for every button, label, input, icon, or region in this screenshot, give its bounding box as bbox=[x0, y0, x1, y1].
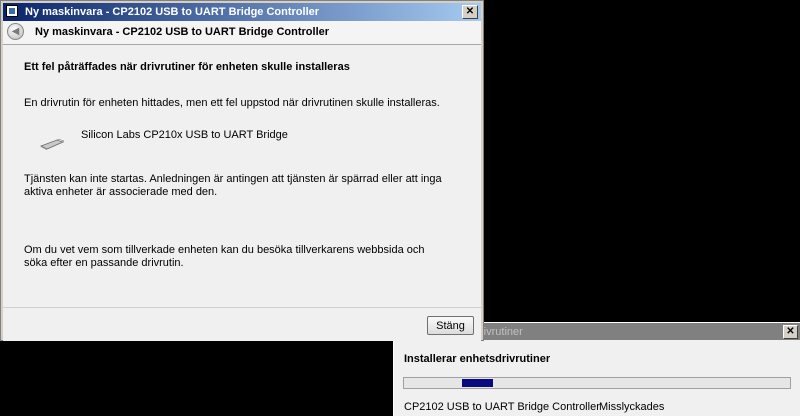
window-title: Ny maskinvara - CP2102 USB to UART Bridg… bbox=[25, 6, 320, 18]
back-arrow-icon[interactable]: ◀ bbox=[7, 23, 24, 40]
window-titlebar: Ny maskinvara - CP2102 USB to UART Bridg… bbox=[3, 3, 481, 21]
usb-device-icon bbox=[40, 138, 65, 150]
window-app-icon bbox=[6, 5, 18, 17]
error-intro-text: En drivrutin för enheten hittades, men e… bbox=[24, 97, 440, 109]
install-progress-fill bbox=[461, 379, 493, 387]
install-progress-bar bbox=[403, 377, 791, 389]
wizard-header-title: Ny maskinvara - CP2102 USB to UART Bridg… bbox=[35, 26, 330, 38]
installer-device-name: CP2102 USB to UART Bridge Controller bbox=[404, 401, 600, 413]
wizard-footer: Stäng bbox=[3, 307, 481, 341]
error-reason-text: Tjänsten kan inte startas. Anledningen ä… bbox=[24, 173, 442, 198]
advice-text: Om du vet vem som tillverkade enheten ka… bbox=[24, 244, 425, 269]
installer-device-status: Misslyckades bbox=[599, 401, 665, 413]
new-hardware-window: Ny maskinvara - CP2102 USB to UART Bridg… bbox=[0, 0, 484, 341]
error-heading: Ett fel påträffades när drivrutiner för … bbox=[24, 61, 350, 73]
device-label: Silicon Labs CP210x USB to UART Bridge bbox=[81, 129, 288, 141]
installer-close-button[interactable]: ✕ bbox=[783, 325, 798, 339]
window-close-button[interactable]: ✕ bbox=[462, 5, 478, 19]
wizard-content: Ett fel påträffades när drivrutiner för … bbox=[3, 45, 481, 307]
installer-heading: Installerar enhetsdrivrutiner bbox=[404, 353, 551, 365]
installer-body: Installerar enhetsdrivrutiner CP2102 USB… bbox=[394, 340, 800, 416]
close-button[interactable]: Stäng bbox=[427, 316, 474, 335]
wizard-header: ◀ Ny maskinvara - CP2102 USB to UART Bri… bbox=[3, 21, 481, 45]
installer-title: rivrutiner bbox=[480, 326, 523, 338]
